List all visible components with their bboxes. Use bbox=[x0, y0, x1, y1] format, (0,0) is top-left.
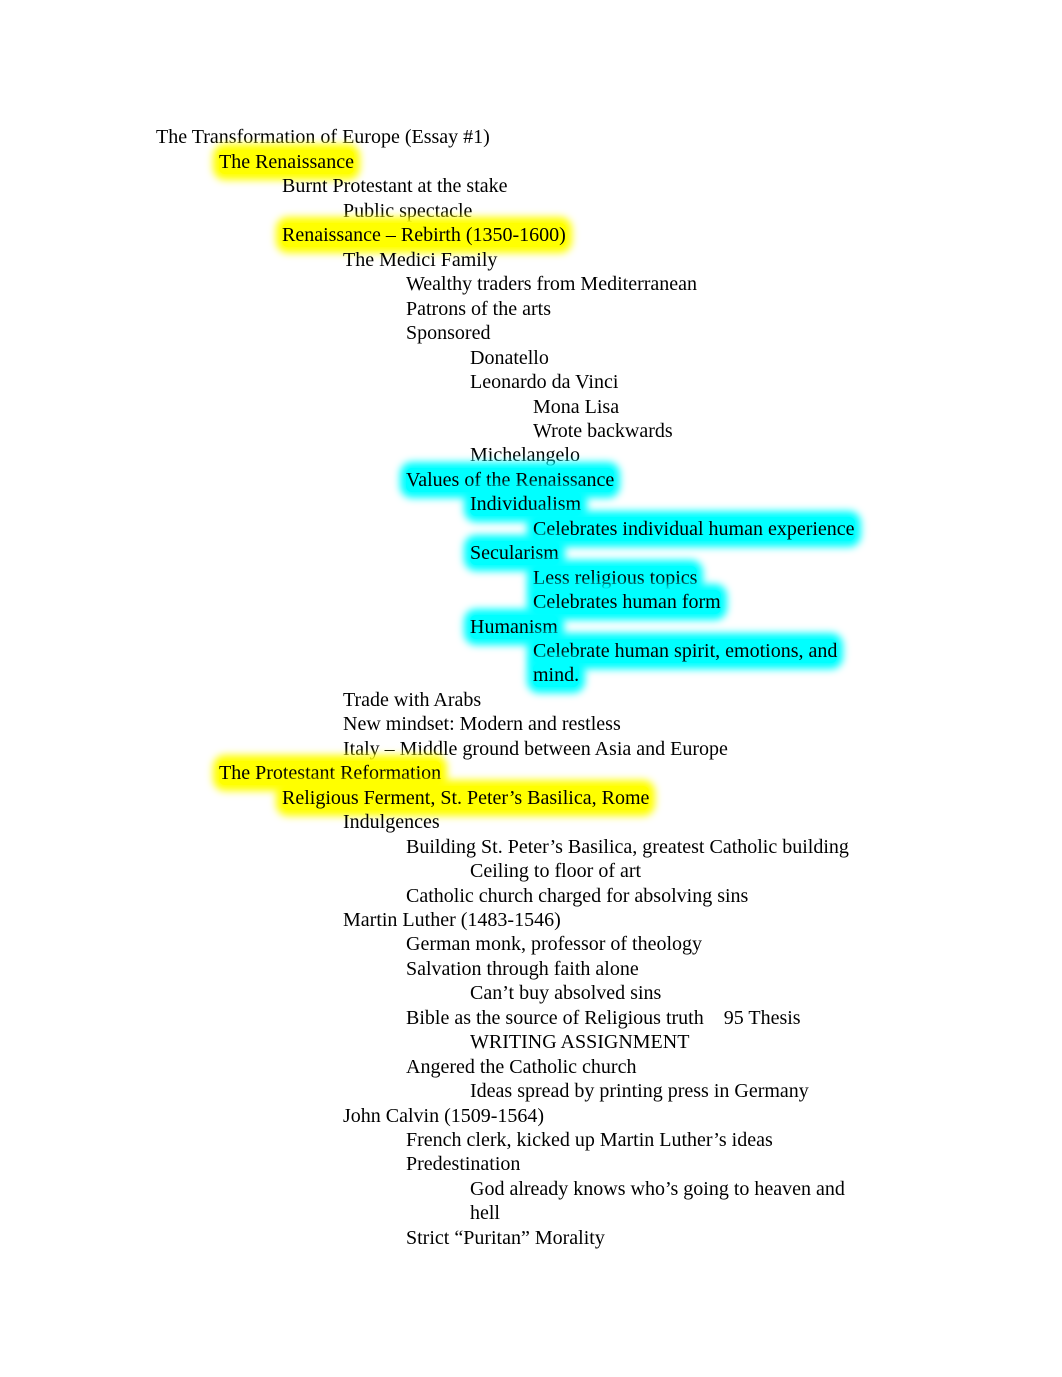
list-item-text: Catholic church charged for absolving si… bbox=[406, 885, 749, 907]
list-item-text: mind. bbox=[533, 663, 580, 687]
list-item-text: Can’t buy absolved sins bbox=[470, 982, 662, 1004]
document-page: The Transformation of Europe (Essay #1) … bbox=[0, 0, 1062, 1377]
list-item-text: Celebrates individual human experience bbox=[533, 517, 855, 541]
list-item-text: Ideas spread by printing press in German… bbox=[470, 1080, 809, 1102]
list-item-text: Sponsored bbox=[406, 322, 491, 344]
list-item-text: Italy – Middle ground between Asia and E… bbox=[343, 738, 728, 760]
list-item-text: The Renaissance bbox=[219, 150, 354, 174]
list-item-text: The Medici Family bbox=[343, 249, 498, 271]
list-item-text: Wealthy traders from Mediterranean bbox=[406, 273, 698, 295]
list-item-text: Patrons of the arts bbox=[406, 298, 551, 320]
list-item-text: Trade with Arabs bbox=[343, 689, 482, 711]
list-item-text: French clerk, kicked up Martin Luther’s … bbox=[406, 1129, 773, 1151]
list-item-text: Bible as the source of Religious truth 9… bbox=[406, 1007, 801, 1029]
list-item-text: Less religious topics bbox=[533, 566, 698, 590]
list-item-text: Michelangelo bbox=[470, 444, 580, 466]
list-item-text: Public spectacle bbox=[343, 200, 473, 222]
list-item-text: Burnt Protestant at the stake bbox=[282, 175, 508, 197]
list-item-text: John Calvin (1509-1564) bbox=[343, 1105, 545, 1127]
list-item-text: Celebrates human form bbox=[533, 590, 721, 614]
list-item-text: Values of the Renaissance bbox=[406, 468, 615, 492]
list-item-text: Wrote backwards bbox=[533, 420, 673, 442]
list-item-text: Leonardo da Vinci bbox=[470, 371, 619, 393]
list-item-text: Donatello bbox=[470, 347, 549, 369]
list-item-text: The Protestant Reformation bbox=[219, 761, 442, 785]
list-item-text: Mona Lisa bbox=[533, 396, 620, 418]
list-item-text: Strict “Puritan” Morality bbox=[406, 1227, 605, 1249]
list-item-text: Secularism bbox=[470, 541, 559, 565]
list-item-text: Martin Luther (1483-1546) bbox=[343, 909, 561, 931]
document-title: The Transformation of Europe (Essay #1) bbox=[156, 126, 490, 148]
list-item-text: Humanism bbox=[470, 615, 558, 639]
list-item-text: God already knows who’s going to heaven … bbox=[470, 1178, 845, 1200]
list-item-text: Individualism bbox=[470, 492, 582, 516]
list-item-text: Predestination bbox=[406, 1153, 521, 1175]
list-item-text: German monk, professor of theology bbox=[406, 933, 703, 955]
list-item-text: WRITING ASSIGNMENT bbox=[470, 1031, 690, 1053]
list-item-text: Ceiling to floor of art bbox=[470, 860, 642, 882]
list-item-text: Indulgences bbox=[343, 811, 440, 833]
list-item-text: Renaissance – Rebirth (1350-1600) bbox=[282, 223, 566, 247]
list-item-text: New mindset: Modern and restless bbox=[343, 713, 621, 735]
list-item-text: hell bbox=[470, 1202, 500, 1224]
list-item-text: Celebrate human spirit, emotions, and bbox=[533, 639, 838, 663]
list-item-text: Salvation through faith alone bbox=[406, 958, 639, 980]
list-item-text: Religious Ferment, St. Peter’s Basilica,… bbox=[282, 786, 650, 810]
list-item-text: Building St. Peter’s Basilica, greatest … bbox=[406, 836, 849, 858]
list-item-text: Angered the Catholic church bbox=[406, 1056, 637, 1078]
